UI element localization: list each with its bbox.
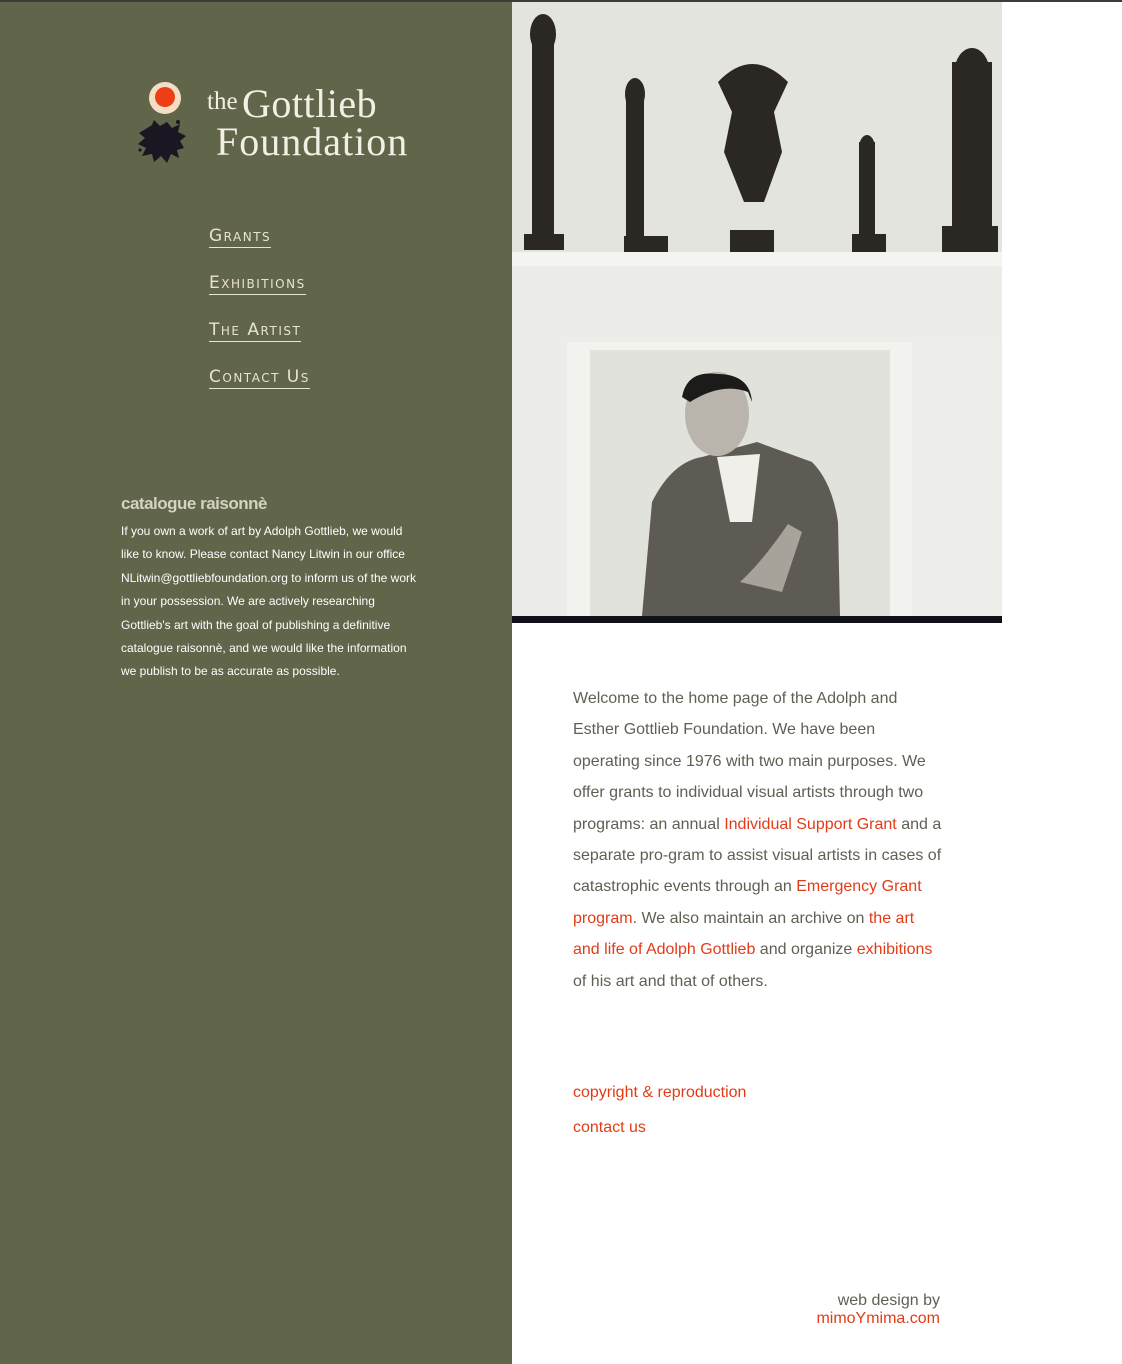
nav-contact-us[interactable]: Contact Us <box>209 365 310 412</box>
welcome-text-part3: . We also maintain an archive on <box>632 909 869 927</box>
nav-grants-label: Grants <box>209 226 272 248</box>
contact-us-link[interactable]: contact us <box>573 1115 746 1150</box>
main-nav: Grants Exhibitions The Artist Contact Us <box>209 224 310 412</box>
catalogue-title: catalogue raisonnè <box>121 494 267 513</box>
nav-the-artist[interactable]: The Artist <box>209 318 310 365</box>
footer-links: copyright & reproduction contact us <box>573 1080 746 1150</box>
nav-the-artist-label: The Artist <box>209 320 302 342</box>
artist-photo <box>512 2 1002 623</box>
catalogue-body: If you own a work of art by Adolph Gottl… <box>121 524 417 679</box>
artist-photo-drawing <box>512 2 1002 623</box>
nav-contact-us-label: Contact Us <box>209 367 310 389</box>
logo-the: the <box>207 88 238 115</box>
nav-exhibitions-label: Exhibitions <box>209 273 306 295</box>
credit-label: web design by <box>837 1292 940 1309</box>
credit-link[interactable]: mimoYmima.com <box>760 1310 940 1328</box>
welcome-text-part4: and organize <box>755 941 857 959</box>
red-dot-black-splash-icon <box>138 82 186 163</box>
welcome-text: Welcome to the home page of the Adolph a… <box>573 683 945 997</box>
individual-support-grant-link[interactable]: Individual Support Grant <box>724 816 897 833</box>
copyright-link[interactable]: copyright & reproduction <box>573 1080 746 1115</box>
nav-grants[interactable]: Grants <box>209 224 310 271</box>
foundation-logo[interactable]: the Gottlieb Foundation <box>134 78 434 173</box>
web-design-credit: web design by mimoYmima.com <box>760 1292 940 1328</box>
welcome-text-part1: Welcome to the home page of the Adolph a… <box>573 690 926 833</box>
sidebar: the Gottlieb Foundation Grants Exhibitio… <box>0 2 512 1364</box>
nav-exhibitions[interactable]: Exhibitions <box>209 271 310 318</box>
welcome-text-part5: of his art and that of others. <box>573 972 768 990</box>
exhibitions-link[interactable]: exhibitions <box>857 941 933 958</box>
logo-foundation: Foundation <box>216 119 409 164</box>
catalogue-raisonne-section: catalogue raisonnè If you own a work of … <box>121 494 421 684</box>
